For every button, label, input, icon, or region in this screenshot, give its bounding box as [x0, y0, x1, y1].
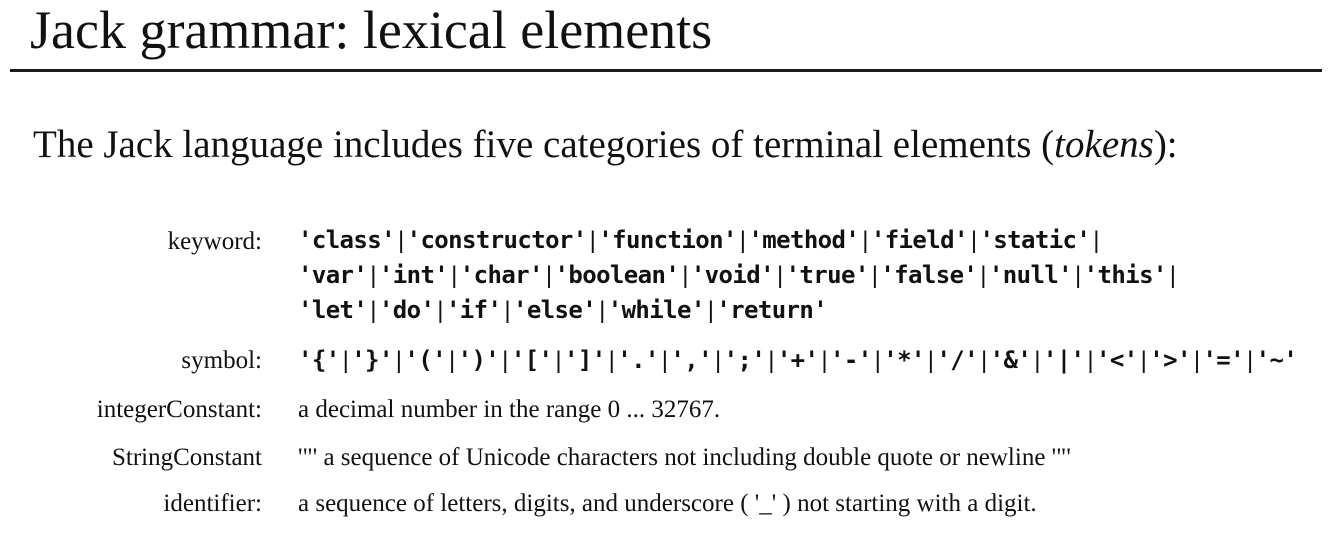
token-separator: |	[871, 262, 878, 289]
keyword-line-2: 'var' |'int' |'char' |'boolean' |'void' |'tru…	[298, 258, 1178, 293]
keyword-token: 'return'	[716, 296, 828, 324]
intro-sentence: The Jack language includes five categori…	[33, 122, 1178, 168]
token-separator: |	[1247, 347, 1253, 374]
keyword-token: 'this'	[1083, 261, 1168, 289]
identifier-label: identifier:	[163, 490, 262, 517]
token-separator: |	[1193, 347, 1200, 374]
symbol-token: '['	[510, 346, 553, 374]
symbol-token: '>'	[1149, 346, 1191, 374]
symbol-token: '='	[1202, 346, 1245, 374]
token-separator: |	[451, 262, 457, 289]
keyword-token: 'static'	[979, 226, 1091, 254]
keyword-token: 'if'	[445, 296, 502, 324]
token-separator: |	[1087, 347, 1094, 374]
token-separator: |	[682, 262, 688, 289]
symbol-token: '/'	[936, 346, 978, 374]
token-separator: |	[395, 347, 402, 374]
token-separator: |	[707, 297, 714, 324]
keyword-token: 'int'	[378, 261, 449, 289]
token-separator: |	[1075, 262, 1081, 289]
token-separator: |	[608, 347, 615, 374]
keyword-token: 'do'	[378, 296, 435, 324]
symbol-body: '{' | '}' | '(' | ')' | '[' | ']' | '.' | ',' | ';' | '+' |…	[298, 343, 1298, 378]
token-separator: |	[555, 347, 562, 374]
token-separator: |	[342, 347, 349, 374]
token-separator: |	[768, 347, 774, 374]
token-separator: |	[599, 297, 605, 324]
token-separator: |	[370, 262, 376, 289]
token-separator: |	[739, 227, 746, 254]
symbol-token: '.'	[617, 346, 659, 374]
intro-emphasis: tokens	[1054, 123, 1154, 166]
token-separator: |	[502, 347, 508, 374]
token-separator: |	[397, 227, 404, 254]
keyword-token: 'char'	[459, 261, 544, 289]
symbol-token: '<'	[1096, 346, 1138, 374]
symbol-token: '}'	[351, 346, 393, 374]
symbol-token: ','	[670, 346, 712, 374]
token-separator: |	[714, 347, 721, 374]
token-separator: |	[981, 347, 987, 374]
string-constant-label: StringConstant	[111, 444, 262, 471]
token-separator: |	[970, 227, 977, 254]
string-constant-text: '"' a sequence of Unicode characters not…	[298, 444, 1071, 471]
integer-constant-text: a decimal number in the range 0 ... 3276…	[298, 396, 721, 423]
keyword-token: 'var'	[298, 261, 368, 289]
keyword-token: 'true'	[785, 261, 870, 289]
keyword-token: 'while'	[607, 296, 706, 324]
symbol-token: '~'	[1255, 346, 1298, 374]
token-separator: |	[874, 347, 881, 374]
keyword-token: 'false'	[880, 261, 978, 289]
keyword-token: 'class'	[298, 226, 396, 254]
token-separator: |	[1093, 227, 1099, 254]
token-separator: |	[1169, 262, 1176, 289]
token-separator: |	[821, 347, 828, 374]
symbol-token: ']'	[564, 346, 606, 374]
token-separator: |	[661, 347, 668, 374]
keyword-token: 'method'	[748, 226, 860, 254]
symbol-token: ';'	[723, 346, 766, 374]
token-separator: |	[545, 262, 552, 289]
token-separator: |	[504, 297, 510, 324]
keyword-token: 'else'	[512, 296, 597, 324]
token-separator: |	[370, 297, 376, 324]
token-separator: |	[437, 297, 443, 324]
token-separator: |	[776, 262, 783, 289]
symbol-token: '*'	[883, 346, 925, 374]
symbol-token: '('	[404, 346, 446, 374]
token-separator: |	[589, 227, 596, 254]
integer-constant-label: integerConstant:	[96, 396, 262, 423]
symbol-token: '&'	[989, 346, 1032, 374]
intro-before: The Jack language includes five categori…	[33, 123, 1055, 166]
keyword-token: 'constructor'	[406, 226, 588, 254]
token-separator: |	[448, 347, 455, 374]
keyword-token: 'field'	[870, 226, 969, 254]
symbol-token: '-'	[830, 346, 872, 374]
symbol-token: '+'	[776, 346, 819, 374]
keyword-token: 'let'	[298, 296, 368, 324]
keyword-token: 'boolean'	[554, 261, 680, 289]
keyword-token: 'void'	[690, 261, 775, 289]
token-separator: |	[862, 227, 868, 254]
symbol-token: '|'	[1042, 346, 1085, 374]
slide-title: Jack grammar: lexical elements	[30, 0, 713, 60]
symbol-token: '{'	[298, 346, 340, 374]
symbol-token: ')'	[457, 346, 500, 374]
token-separator: |	[980, 262, 986, 289]
keyword-line-3: 'let' |'do' |'if' |'else' |'while' |'return'	[298, 293, 1178, 328]
title-rule	[10, 69, 1322, 72]
keyword-token: 'null'	[988, 261, 1073, 289]
token-separator: |	[1140, 347, 1147, 374]
token-separator: |	[1034, 347, 1040, 374]
keyword-label: keyword:	[167, 228, 262, 255]
keyword-token: 'function'	[598, 226, 737, 254]
identifier-text: a sequence of letters, digits, and under…	[298, 490, 1037, 517]
symbol-label: symbol:	[181, 347, 262, 374]
intro-after: ):	[1153, 123, 1178, 166]
keyword-line-1: 'class' |'constructor' |'function' |'method…	[298, 223, 1178, 258]
token-separator: |	[927, 347, 934, 374]
keyword-body: 'class' |'constructor' |'function' |'method…	[298, 223, 1178, 328]
